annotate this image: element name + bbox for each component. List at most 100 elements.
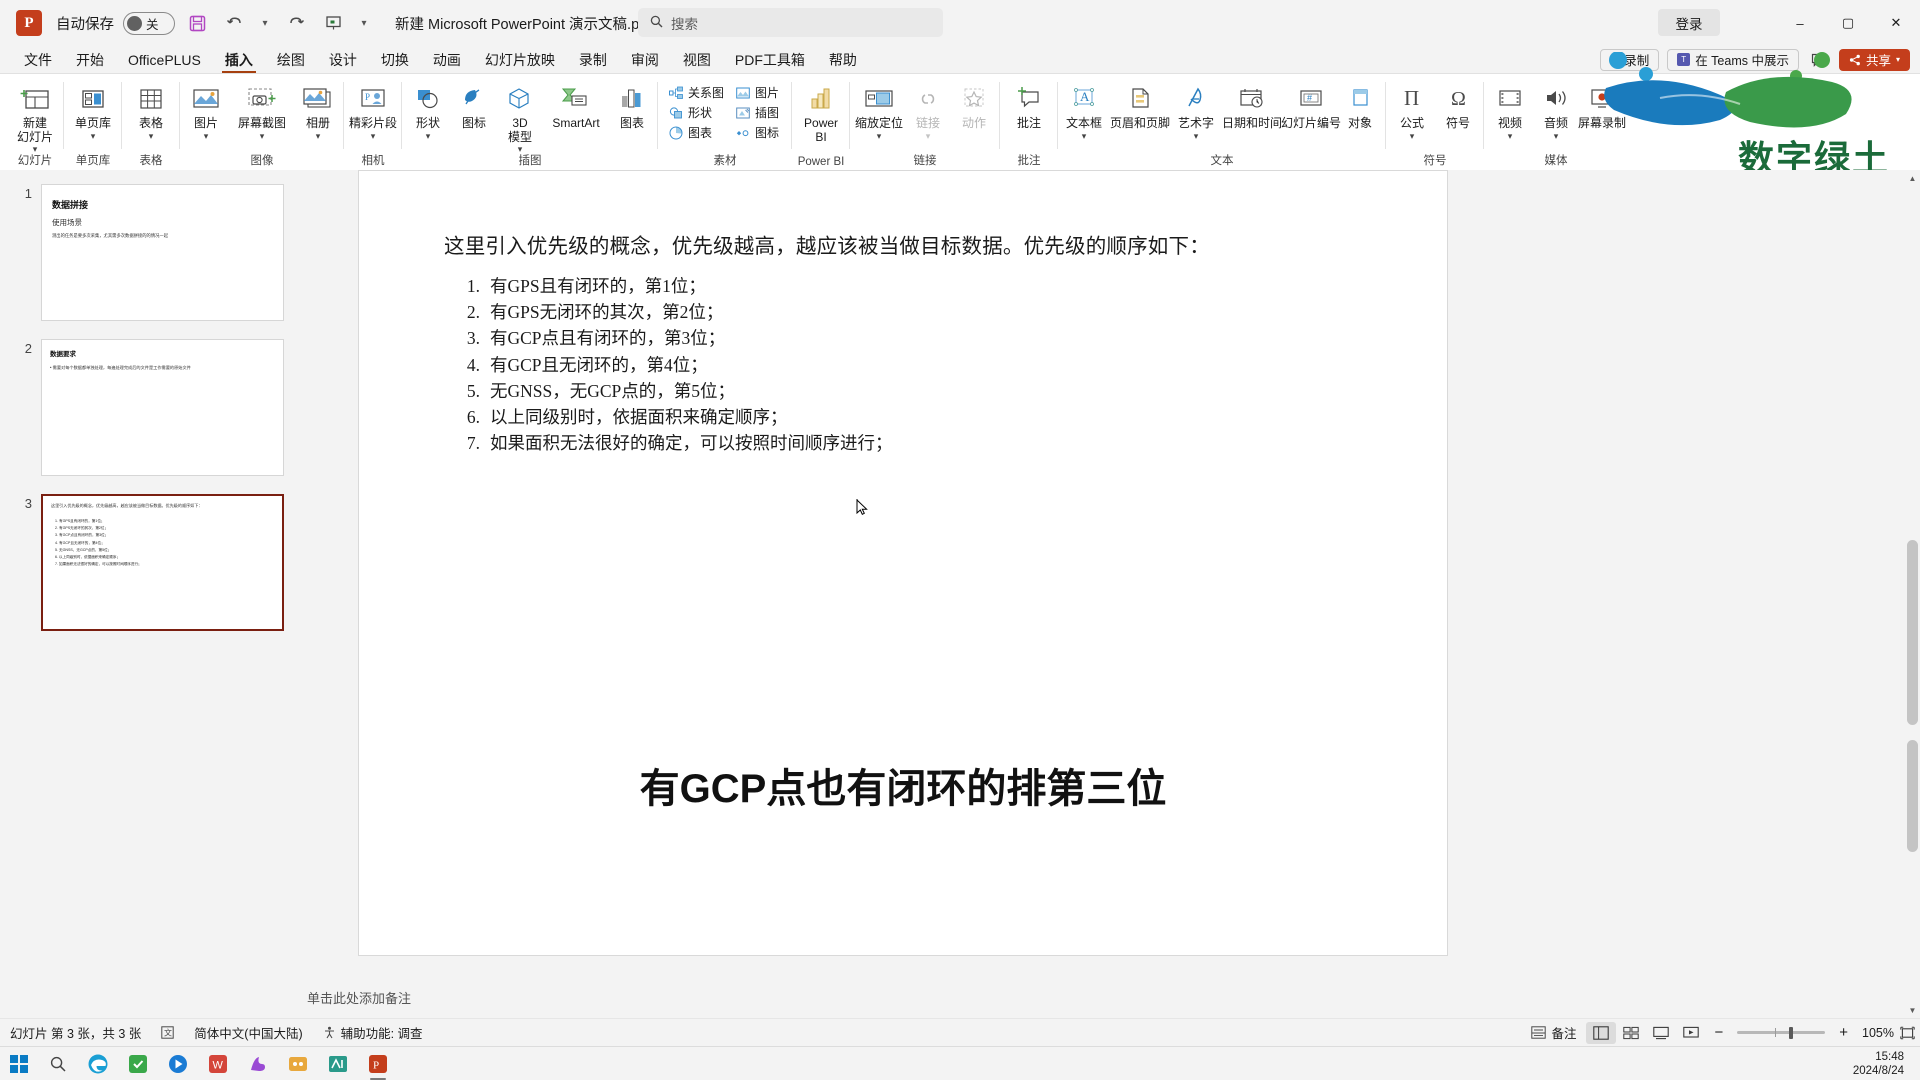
save-icon[interactable] <box>182 8 212 38</box>
slide-count-status[interactable]: 幻灯片 第 3 张，共 3 张 <box>0 1023 151 1042</box>
undo-icon[interactable] <box>219 8 249 38</box>
minimize-button[interactable]: – <box>1776 0 1824 46</box>
tab-record[interactable]: 录制 <box>567 46 619 73</box>
undo-dropdown-caret[interactable]: ▾ <box>256 8 274 38</box>
language-status[interactable]: 简体中文(中国大陆) <box>184 1023 312 1042</box>
notes-toggle-button[interactable]: 备注 <box>1521 1023 1586 1042</box>
slide-thumbnail-panel[interactable]: 1 数据拼接 使用场景 测出的任务是要多次采集，尤其需多次数据拼接的的情况一起 … <box>0 170 303 1018</box>
object-button[interactable]: 对象 <box>1337 78 1383 131</box>
slide-thumbnail-1[interactable]: 数据拼接 使用场景 测出的任务是要多次采集，尤其需多次数据拼接的的情况一起 <box>41 184 284 321</box>
video-button[interactable]: 视频 ▾ <box>1487 78 1533 141</box>
normal-view-button[interactable] <box>1586 1021 1617 1044</box>
screenshot-caret-icon[interactable]: ▾ <box>260 131 265 141</box>
record-button[interactable]: 录制 <box>1600 48 1660 71</box>
material-chart-item[interactable]: 图表 <box>666 123 729 142</box>
zoom-locate-button[interactable]: 缩放定位 ▾ <box>853 78 905 141</box>
reading-view-button[interactable] <box>1646 1022 1676 1044</box>
tab-home[interactable]: 开始 <box>64 46 116 73</box>
shapes-caret-icon[interactable]: ▾ <box>426 131 431 141</box>
slide-thumbnail-2[interactable]: 数据要求 • 需要对每个数据都单独处理，每遍处理完成后的文件是工作需要的原始文件 <box>41 339 284 476</box>
comment-icon[interactable] <box>1807 49 1831 71</box>
zoom-locate-caret-icon[interactable]: ▾ <box>877 131 882 141</box>
model-3d-button[interactable]: 3D 模型 ▾ <box>497 78 543 154</box>
zoom-out-button[interactable]: − <box>1706 1024 1731 1041</box>
redo-icon[interactable] <box>281 8 311 38</box>
present-icon[interactable] <box>318 8 348 38</box>
tab-draw[interactable]: 绘图 <box>265 46 317 73</box>
slide-intro-text[interactable]: 这里引入优先级的概念，优先级越高，越应该被当做目标数据。优先级的顺序如下： <box>444 229 1210 259</box>
taskbar-search-button[interactable] <box>38 1047 78 1080</box>
photo-album-caret-icon[interactable]: ▾ <box>316 131 321 141</box>
material-icon-item[interactable]: 图标 <box>733 123 784 142</box>
new-slide-button[interactable]: 新建 幻灯片 ▾ <box>9 78 61 154</box>
tab-file[interactable]: 文件 <box>12 46 64 73</box>
slideshow-button[interactable] <box>1676 1022 1706 1044</box>
taskbar-app-orange-button[interactable] <box>278 1047 318 1080</box>
share-caret-icon[interactable]: ▾ <box>1896 55 1900 64</box>
picture-caret-icon[interactable]: ▾ <box>204 131 209 141</box>
windows-start-button[interactable] <box>0 1054 38 1073</box>
material-picture-item[interactable]: 图片 <box>733 83 784 102</box>
power-bi-button[interactable]: Power BI <box>795 78 847 144</box>
slide-ordered-list[interactable]: 1. 有GPS且有闭环的，第1位； 2. 有GPS无闭环的其次，第2位； 3. … <box>454 273 1354 456</box>
zoom-slider[interactable] <box>1737 1026 1826 1039</box>
page-library-button[interactable]: 单页库 ▾ <box>67 78 119 141</box>
scroll-up-arrow-icon[interactable]: ▲ <box>1905 170 1920 186</box>
close-button[interactable]: ✕ <box>1872 0 1920 46</box>
screenshot-button[interactable]: 屏幕截图 ▾ <box>229 78 295 141</box>
slide-number-button[interactable]: # 幻灯片编号 <box>1281 78 1341 131</box>
scrollbar-thumb-upper[interactable] <box>1907 540 1918 725</box>
tab-help[interactable]: 帮助 <box>817 46 869 73</box>
shapes-button[interactable]: 形状 ▾ <box>405 78 451 141</box>
tab-slideshow[interactable]: 幻灯片放映 <box>473 46 567 73</box>
picture-button[interactable]: 图片 ▾ <box>183 78 229 141</box>
video-caret-icon[interactable]: ▾ <box>1508 131 1513 141</box>
photo-album-button[interactable]: 相册 ▾ <box>295 78 341 141</box>
text-box-caret-icon[interactable]: ▾ <box>1082 131 1087 141</box>
highlight-clip-button[interactable]: P 精彩片段 ▾ <box>347 78 399 141</box>
zoom-value[interactable]: 105% <box>1856 1026 1894 1040</box>
symbol-button[interactable]: Ω 符号 <box>1435 78 1481 131</box>
new-comment-button[interactable]: 批注 <box>1003 78 1055 131</box>
screen-record-button[interactable]: 屏幕录制 <box>1578 78 1626 131</box>
highlight-clip-caret-icon[interactable]: ▾ <box>371 131 376 141</box>
material-illustration-item[interactable]: 插图 <box>733 103 784 122</box>
taskbar-app-green-button[interactable] <box>118 1047 158 1080</box>
share-button[interactable]: 共享 ▾ <box>1838 48 1910 71</box>
taskbar-app-teal-button[interactable] <box>318 1047 358 1080</box>
taskbar-app-purple-button[interactable] <box>238 1047 278 1080</box>
present-in-teams-button[interactable]: T 在 Teams 中展示 <box>1667 48 1799 71</box>
accessibility-text-icon[interactable]: 文 <box>151 1026 184 1039</box>
icons-button[interactable]: 图标 <box>451 78 497 131</box>
table-button[interactable]: 表格 ▾ <box>125 78 177 141</box>
accessibility-status[interactable]: 辅助功能: 调查 <box>313 1023 433 1042</box>
current-slide[interactable]: 这里引入优先级的概念，优先级越高，越应该被当做目标数据。优先级的顺序如下： 1.… <box>358 170 1448 956</box>
slide-thumbnail-3[interactable]: 这里引入优先级的概念，优先级越高，越应该被当做目标数据。优先级的顺序如下： 1.… <box>41 494 284 631</box>
material-relation-chart-item[interactable]: 关系图 <box>666 83 729 102</box>
tab-transitions[interactable]: 切换 <box>369 46 421 73</box>
scroll-down-arrow-icon[interactable]: ▼ <box>1905 1002 1920 1018</box>
taskbar-app-blue-play-button[interactable] <box>158 1047 198 1080</box>
notes-pane[interactable]: 单击此处添加备注 <box>303 976 1905 1018</box>
tab-animations[interactable]: 动画 <box>421 46 473 73</box>
login-button[interactable]: 登录 <box>1658 9 1720 36</box>
zoom-in-button[interactable]: + <box>1831 1024 1856 1041</box>
autosave-toggle[interactable]: 关 <box>123 11 175 35</box>
tab-pdf-toolbox[interactable]: PDF工具箱 <box>723 46 817 73</box>
page-library-caret-icon[interactable]: ▾ <box>91 131 96 141</box>
table-caret-icon[interactable]: ▾ <box>149 131 154 141</box>
equation-button[interactable]: Π 公式 ▾ <box>1389 78 1435 141</box>
audio-button[interactable]: 音频 ▾ <box>1533 78 1579 141</box>
zoom-slider-knob[interactable] <box>1789 1026 1794 1039</box>
slide-sorter-button[interactable] <box>1616 1022 1646 1044</box>
tab-officeplus[interactable]: OfficePLUS <box>116 46 213 73</box>
tab-view[interactable]: 视图 <box>671 46 723 73</box>
search-input[interactable]: 搜索 <box>638 8 943 37</box>
smartart-button[interactable]: SmartArt <box>543 78 609 131</box>
zoom-slider-track[interactable] <box>1737 1026 1826 1039</box>
fit-slide-button[interactable] <box>1894 1022 1920 1044</box>
text-box-button[interactable]: A 文本框 ▾ <box>1061 78 1107 141</box>
header-footer-button[interactable]: 页眉和页脚 <box>1107 78 1173 131</box>
maximize-button[interactable]: ▢ <box>1824 0 1872 46</box>
wordart-caret-icon[interactable]: ▾ <box>1194 131 1199 141</box>
